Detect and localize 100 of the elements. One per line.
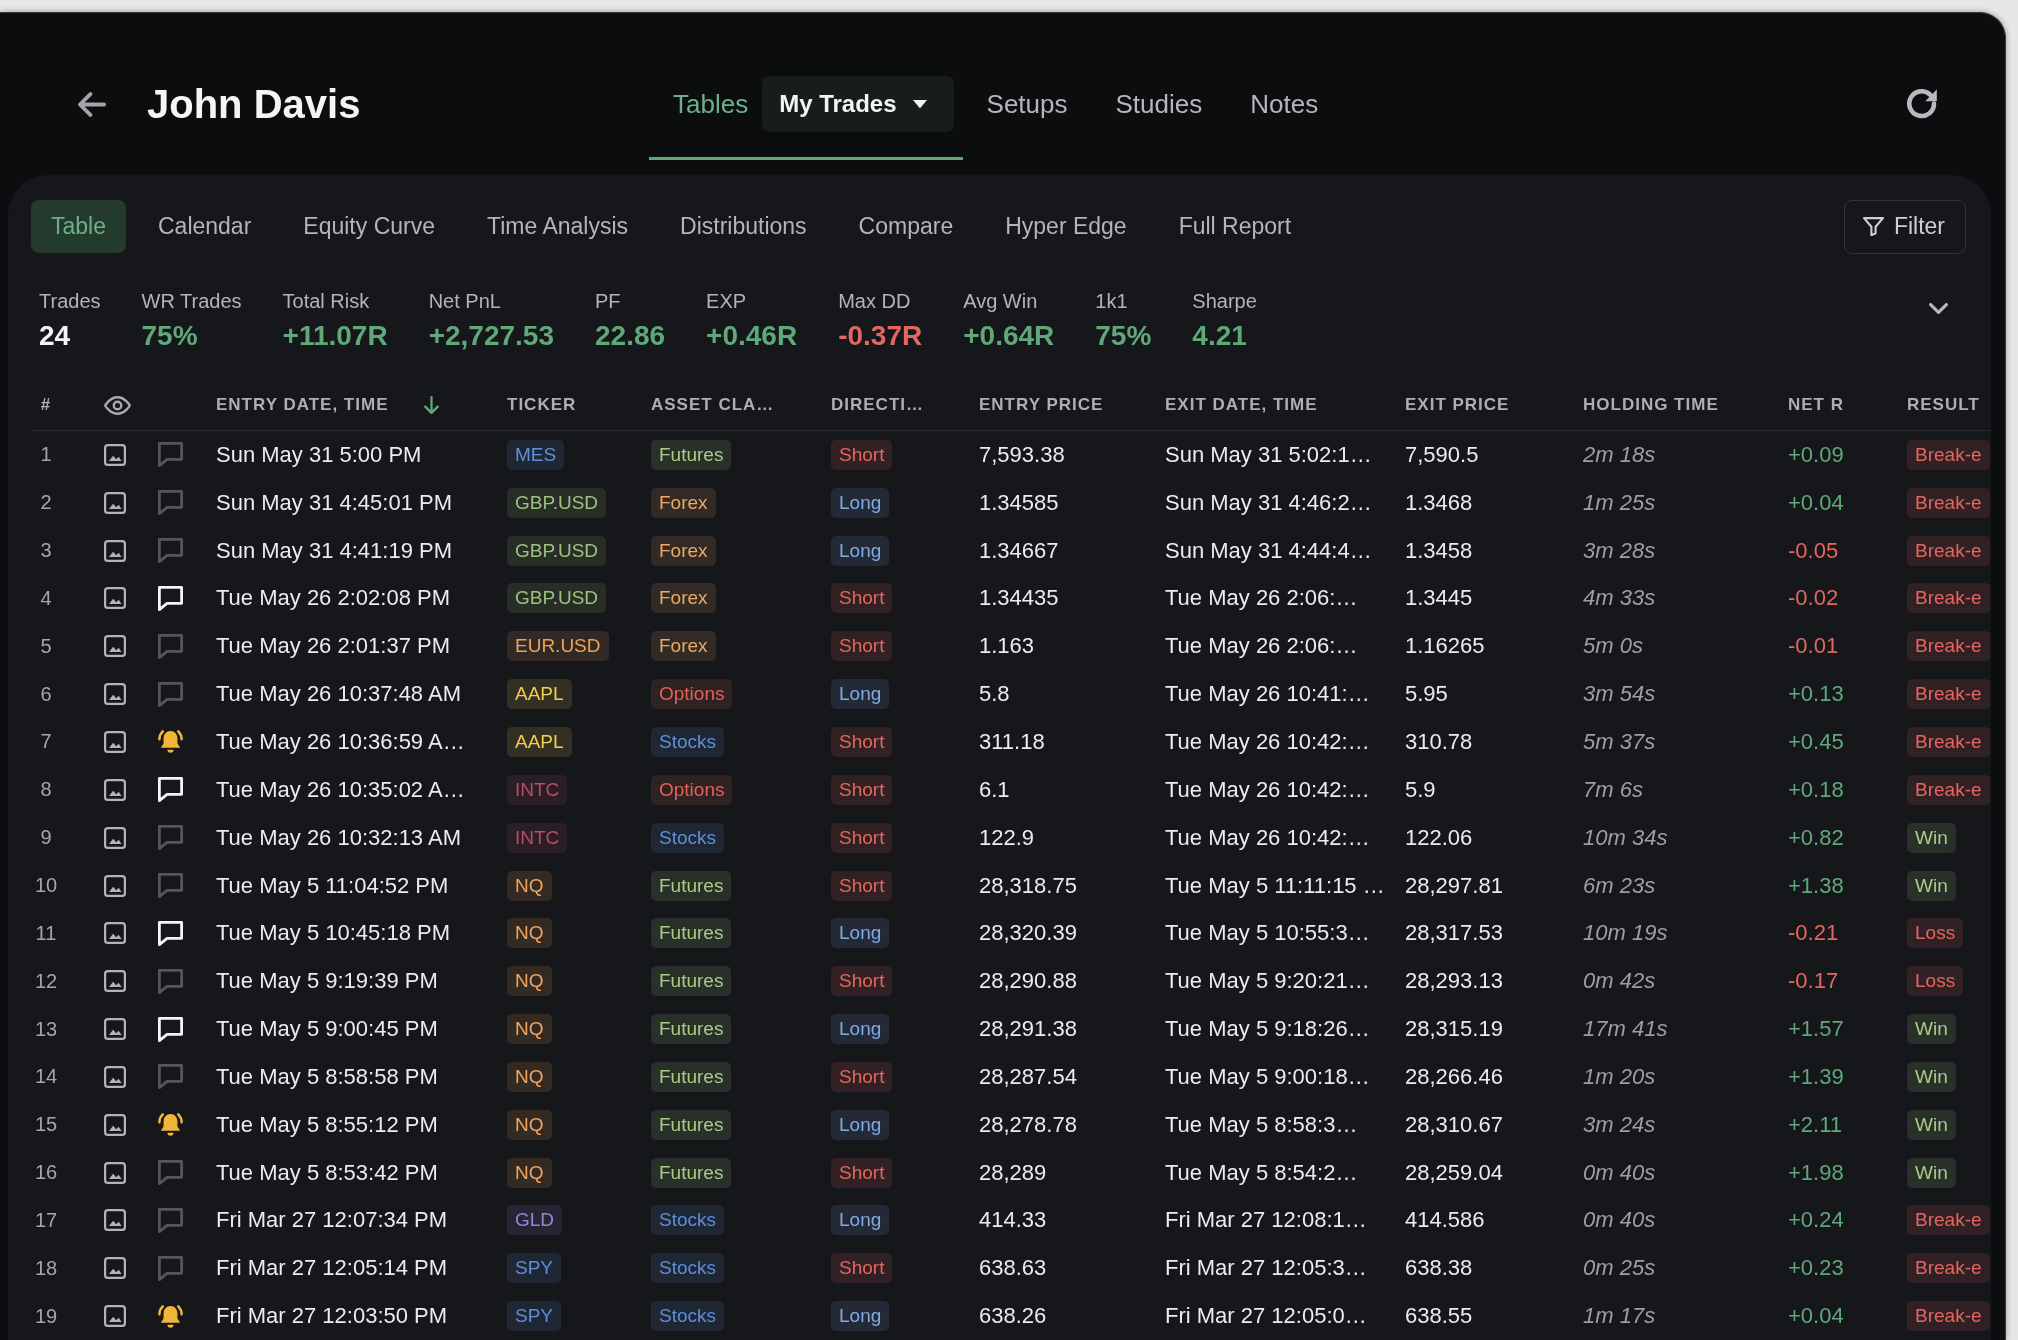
entry-time: Tue May 5 8:55:12 PM	[216, 1111, 438, 1138]
holding-time: 1m 25s	[1583, 489, 1656, 516]
image-icon[interactable]	[104, 922, 126, 945]
net-r: +0.04	[1788, 489, 1844, 516]
image-icon[interactable]	[104, 683, 126, 706]
image-icon[interactable]	[104, 778, 126, 801]
holding-time: 10m 34s	[1583, 824, 1668, 851]
column-header[interactable]: HOLDING TIME	[1583, 395, 1719, 415]
holding-time: 1m 17s	[1583, 1303, 1656, 1330]
holding-time: 3m 54s	[1583, 681, 1656, 708]
net-r: +0.13	[1788, 681, 1844, 708]
column-header[interactable]: TICKER	[507, 395, 577, 415]
refresh-icon[interactable]	[1907, 89, 1937, 119]
image-icon[interactable]	[104, 1257, 126, 1280]
page-title: John Davis	[147, 81, 361, 127]
image-icon[interactable]	[104, 443, 126, 466]
result-tag: Win	[1907, 1157, 1956, 1188]
arrow-left-icon[interactable]	[78, 91, 106, 117]
image-icon[interactable]	[104, 731, 126, 753]
column-header[interactable]: RESULT	[1907, 395, 1980, 415]
exit-price: 1.3468	[1405, 489, 1473, 516]
image-icon[interactable]	[104, 1161, 126, 1184]
image-icon[interactable]	[104, 1018, 126, 1041]
view-tab[interactable]: Full Report	[1158, 200, 1312, 253]
view-tab[interactable]: Calendar	[138, 200, 272, 253]
stat-value: +0.46R	[706, 319, 798, 353]
image-icon[interactable]	[104, 491, 126, 514]
stat-label: EXP	[706, 289, 748, 313]
image-icon[interactable]	[104, 874, 126, 897]
row-number: 12	[34, 969, 58, 993]
image-icon[interactable]	[104, 587, 126, 610]
row-number: 10	[34, 874, 58, 897]
bell-icon[interactable]	[158, 730, 183, 754]
view-tab[interactable]: Compare	[838, 200, 974, 253]
result-tag: Break-e	[1907, 439, 1990, 470]
entry-time: Tue May 26 2:01:37 PM	[216, 633, 450, 660]
entry-price: 28,278.78	[979, 1111, 1077, 1138]
stat-label: Net PnL	[428, 289, 502, 313]
entry-time: Fri Mar 27 12:03:50 PM	[216, 1303, 448, 1330]
entry-price: 311.18	[979, 729, 1045, 755]
direction-tag: Short	[831, 1253, 893, 1284]
dropdown-button[interactable]: My Trades	[762, 76, 954, 132]
column-header[interactable]: ASSET CLA…	[651, 395, 775, 415]
exit-price: 1.16265	[1405, 633, 1485, 660]
column-header[interactable]: EXIT DATE, TIME	[1165, 395, 1318, 415]
nav-tab[interactable]: Setups	[986, 88, 1068, 120]
net-r: +1.57	[1788, 1016, 1844, 1043]
column-header[interactable]: ENTRY PRICE	[979, 395, 1104, 415]
bell-icon[interactable]	[158, 1113, 183, 1137]
view-tab[interactable]: Equity Curve	[283, 200, 455, 253]
exit-price: 28,315.19	[1405, 1016, 1503, 1043]
image-icon[interactable]	[104, 1305, 126, 1328]
ticker-tag: NQ	[507, 918, 552, 949]
direction-tag: Long	[831, 1109, 890, 1140]
column-header[interactable]: NET R	[1788, 395, 1844, 415]
holding-time: 17m 41s	[1583, 1016, 1668, 1043]
entry-time: Sun May 31 4:45:01 PM	[216, 489, 453, 516]
holding-time: 7m 6s	[1583, 776, 1643, 803]
image-icon[interactable]	[104, 1209, 126, 1232]
image-icon[interactable]	[104, 970, 126, 993]
arrow-down-icon	[424, 396, 440, 414]
column-header[interactable]: EXIT PRICE	[1405, 395, 1510, 415]
filter-button[interactable]: Filter	[1843, 199, 1966, 254]
entry-price: 28,291.38	[979, 1016, 1077, 1043]
view-tab[interactable]: Time Analysis	[467, 200, 649, 253]
nav-tab[interactable]: Notes	[1250, 88, 1319, 120]
column-header[interactable]: DIRECTI…	[831, 395, 924, 415]
asset-class-tag: Stocks	[651, 1301, 725, 1332]
bell-icon[interactable]	[158, 1304, 183, 1328]
result-tag: Break-e	[1907, 487, 1990, 518]
result-tag: Break-e	[1907, 679, 1990, 710]
net-r: -0.01	[1788, 633, 1839, 660]
entry-price: 122.9	[979, 824, 1035, 851]
column-header[interactable]: ENTRY DATE, TIME	[216, 395, 440, 415]
nav-tab[interactable]: Studies	[1115, 88, 1203, 120]
stat-label: Total Risk	[282, 289, 371, 313]
stat-value: 75%	[141, 319, 199, 353]
exit-price: 28,297.81	[1405, 872, 1503, 899]
direction-tag: Long	[831, 535, 890, 566]
view-tab[interactable]: Distributions	[660, 200, 827, 253]
image-icon[interactable]	[104, 539, 126, 562]
chevron-down-icon[interactable]	[1929, 303, 1948, 314]
result-tag: Loss	[1907, 966, 1964, 997]
nav-tab[interactable]: Tables	[673, 88, 749, 120]
view-tab[interactable]: Table	[31, 200, 126, 253]
column-header[interactable]: #	[40, 395, 52, 415]
asset-class-tag: Forex	[651, 535, 716, 566]
direction-tag: Short	[831, 822, 893, 853]
row-number: 11	[35, 921, 57, 945]
net-r: -0.02	[1788, 585, 1839, 612]
image-icon[interactable]	[104, 635, 126, 658]
eye-icon[interactable]	[104, 395, 131, 415]
exit-time: Tue May 26 10:42:…	[1165, 776, 1370, 803]
image-icon[interactable]	[104, 1113, 126, 1136]
ticker-tag: EUR.USD	[507, 631, 609, 662]
image-icon[interactable]	[104, 826, 126, 849]
result-tag: Loss	[1907, 918, 1964, 949]
image-icon[interactable]	[104, 1065, 126, 1088]
holding-time: 0m 40s	[1583, 1207, 1656, 1234]
view-tab[interactable]: Hyper Edge	[985, 200, 1147, 253]
